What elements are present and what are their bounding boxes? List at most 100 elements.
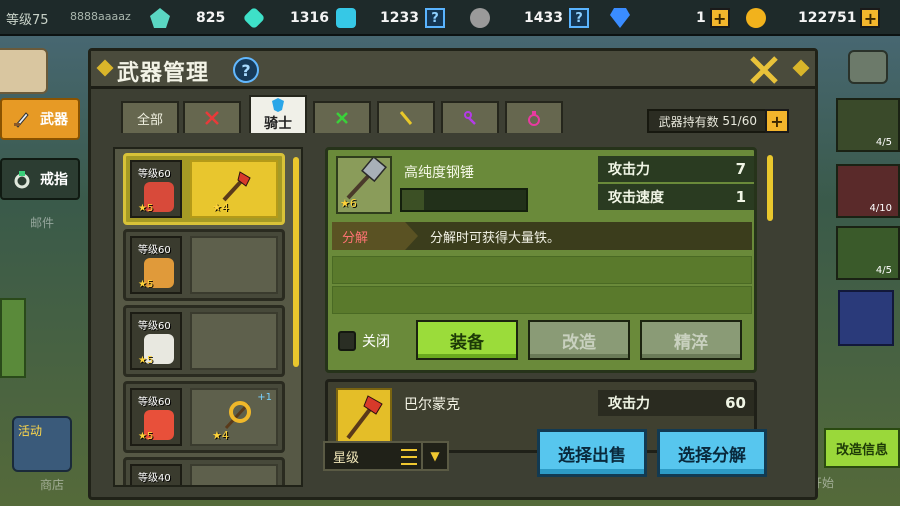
side-expand-arrow[interactable]	[0, 298, 26, 378]
chat-icon[interactable]	[848, 50, 888, 84]
sort-list-icon	[401, 449, 417, 465]
hero-portrait: 等级60 ★5	[130, 388, 182, 446]
hero-portrait: 等级60 ★5	[130, 312, 182, 370]
resource-bar: 等级75 8888aaaaz 825 1316 1233 ? 1433 ? 1 …	[0, 0, 900, 36]
page-title: 武器管理	[117, 61, 210, 86]
gold-coin-icon	[746, 8, 766, 28]
list-item[interactable]: 等级60 ★5 +1 ★4	[123, 381, 285, 453]
hero-weapon-list[interactable]: 等级60 ★5 ★4 等级60 ★5 等级60 ★5 等级60 ★5 +1 ★4…	[113, 147, 303, 487]
sort-select[interactable]: 星级	[323, 441, 427, 471]
lock-icon	[338, 331, 356, 351]
add-diamond-button[interactable]: +	[709, 8, 730, 28]
weapon-exp-bar	[400, 188, 528, 212]
chevron-down-icon[interactable]: ▼	[421, 441, 449, 471]
hero-portrait: 等级60 ★5	[130, 236, 182, 294]
empty-weapon-slot	[190, 236, 278, 294]
right-hero-slot[interactable]: 4/5	[836, 98, 900, 152]
stat-attack: 攻击力 7	[598, 156, 754, 184]
empty-weapon-slot	[190, 312, 278, 370]
list-item[interactable]: 等级60 ★5	[123, 305, 285, 377]
hammer-icon: ★6	[336, 155, 392, 214]
expand-inventory-button[interactable]: +	[765, 109, 789, 133]
equipped-weapon-slot: ★4	[190, 160, 278, 218]
stat-attack: 攻击力 60	[598, 390, 754, 418]
modify-info-button[interactable]: 改造信息	[824, 428, 900, 468]
equip-button[interactable]: 装备	[416, 320, 518, 360]
tab-bow[interactable]	[313, 101, 371, 133]
weapon-management-panel: 武器管理 ? 全部 骑士 武器持有数 51/60 + 等级60 ★5 ★4 等级…	[88, 48, 818, 500]
player-name: 8888aaaaz	[70, 10, 131, 23]
red-sword-icon	[204, 110, 220, 126]
sidebar-item-weapon[interactable]: 武器	[0, 98, 80, 140]
blue-shield-icon	[270, 97, 286, 113]
sword-icon	[12, 109, 32, 129]
tab-all[interactable]: 全部	[121, 101, 179, 133]
weapon-hold-count: 武器持有数 51/60 +	[646, 109, 789, 133]
blue-diamond-icon	[610, 8, 630, 28]
weapon-stats: 攻击力 7 攻击速度 1	[598, 156, 754, 212]
player-avatar[interactable]	[0, 48, 48, 94]
dismantle-text: 分解时可获得大量铁。	[430, 230, 561, 246]
tab-sword[interactable]	[183, 101, 241, 133]
weapon-name: 巴尔蒙克	[404, 397, 460, 413]
green-crystal-icon	[150, 8, 170, 28]
list-item[interactable]: 等级60 ★5	[123, 229, 285, 301]
empty-weapon-slot	[190, 464, 278, 485]
purple-wand-icon	[462, 110, 478, 126]
modify-button[interactable]: 改造	[528, 320, 630, 360]
exp-fill	[402, 190, 425, 210]
add-gold-button[interactable]: +	[860, 8, 881, 28]
header-ornament	[96, 59, 114, 77]
tab-staff[interactable]	[377, 101, 435, 133]
close-icon[interactable]	[747, 53, 781, 87]
mail-label[interactable]: 邮件	[30, 214, 54, 231]
dismantle-info: 分解 分解时可获得大量铁。	[332, 222, 752, 250]
tab-wand[interactable]	[441, 101, 499, 133]
empty-info-row	[332, 256, 752, 284]
weapon-name: 高纯度钢锤	[404, 165, 474, 181]
header-ornament	[792, 59, 810, 77]
green-bow-icon	[334, 110, 350, 126]
list-item[interactable]: 等级60 ★5 ★4	[123, 153, 285, 225]
empty-info-row	[332, 286, 752, 314]
equipped-weapon-slot: +1 ★4	[190, 388, 278, 446]
select-sell-button[interactable]: 选择出售	[537, 429, 647, 477]
sidebar-item-label: 武器	[40, 112, 68, 128]
resource-cyan-gem: 1233 ?	[336, 6, 445, 30]
right-hero-slot[interactable]: 4/10	[836, 164, 900, 218]
resource-iron-ore: 1433 ?	[470, 6, 589, 30]
panel-header: 武器管理 ?	[91, 51, 815, 89]
detail-scrollbar[interactable]	[767, 155, 773, 221]
yellow-staff-icon	[398, 110, 414, 126]
teal-gem-icon	[242, 6, 266, 30]
sidebar-item-ring[interactable]: 戒指	[0, 158, 80, 200]
list-scrollbar[interactable]	[293, 157, 299, 367]
hero-portrait: 等级40	[130, 464, 182, 485]
cyan-gem-help-icon[interactable]: ?	[424, 8, 445, 28]
help-icon[interactable]: ?	[233, 57, 259, 83]
refine-button[interactable]: 精淬	[640, 320, 742, 360]
stat-attack-speed: 攻击速度 1	[598, 184, 754, 212]
tab-potion[interactable]	[505, 101, 563, 133]
iron-help-icon[interactable]: ?	[568, 8, 589, 28]
tab-knight[interactable]: 骑士	[249, 95, 307, 133]
resource-gold: 122751 +	[746, 6, 881, 30]
resource-green-crystal: 825	[150, 6, 225, 30]
iron-ore-icon	[470, 8, 490, 28]
right-hero-slot[interactable]: 4/5	[836, 226, 900, 280]
ring-icon	[12, 169, 32, 189]
cyan-gem-icon	[336, 8, 356, 28]
resource-teal-gem	[242, 6, 266, 30]
list-item[interactable]: 等级40	[123, 457, 285, 485]
event-button[interactable]: 活动	[12, 416, 72, 472]
resource-diamond: 1 +	[610, 6, 730, 30]
shop-label[interactable]: 商店	[40, 476, 64, 493]
weapon-detail-card: ★6 高纯度钢锤 攻击力 7 攻击速度 1 分解 分解时可获得大量铁。 关闭 装备 …	[325, 147, 757, 373]
axe-icon	[336, 388, 392, 446]
sidebar-item-label: 戒指	[40, 172, 68, 188]
pink-potion-icon	[526, 110, 542, 126]
trophy-icon[interactable]	[838, 290, 894, 346]
hero-portrait: 等级60 ★5	[130, 160, 182, 218]
select-dismantle-button[interactable]: 选择分解	[657, 429, 767, 477]
lock-toggle[interactable]: 关闭	[338, 326, 390, 356]
